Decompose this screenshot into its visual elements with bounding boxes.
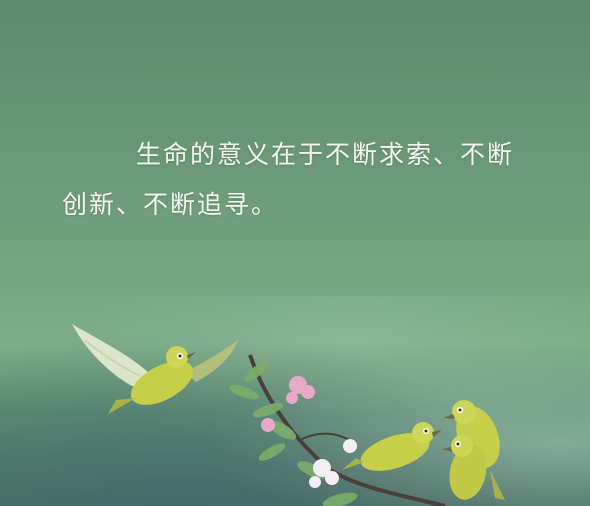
- background-photo: 生命的意义在于不断求索、不断创新、不断追寻。: [0, 0, 590, 506]
- flying-bird: [72, 324, 238, 414]
- perched-bird: [342, 422, 442, 471]
- perched-bird-pair: [442, 400, 505, 500]
- birds-illustration: [72, 324, 505, 506]
